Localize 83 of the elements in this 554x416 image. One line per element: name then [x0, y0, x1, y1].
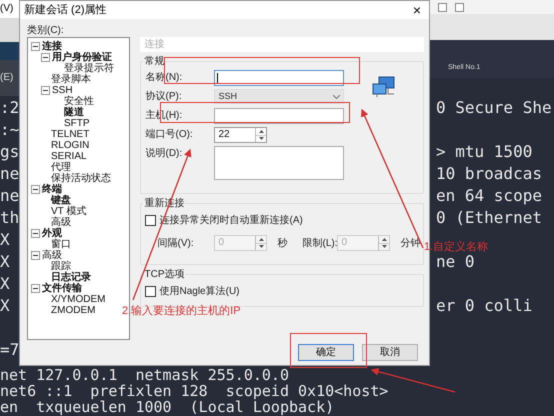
ok-button[interactable]: 确定	[298, 344, 354, 361]
toolbar-strip	[0, 18, 19, 42]
tree-item[interactable]: 登录脚本	[51, 74, 91, 85]
field-label: 协议(P):	[145, 90, 183, 104]
terminal-text: er 0 colli	[435, 295, 534, 317]
terminal-text: th	[0, 207, 20, 229]
terminal-text: :2	[0, 97, 20, 119]
terminal-text: ne	[0, 185, 20, 207]
tree-item[interactable]: 安全性	[64, 96, 94, 107]
collapse-icon[interactable]	[31, 229, 40, 238]
description-field[interactable]	[214, 146, 344, 180]
collapse-icon[interactable]	[31, 284, 40, 293]
protocol-dropdown[interactable]: SSH	[214, 89, 344, 104]
terminal-text: en 64 scope	[435, 185, 543, 207]
terminal-text: =7	[0, 339, 20, 361]
tree-item[interactable]: TELNET	[51, 129, 90, 140]
terminal-text: :~	[0, 119, 20, 141]
category-label: 类别(C):	[27, 24, 64, 37]
page-title: 连接	[140, 37, 424, 52]
tree-item[interactable]: VT 模式	[51, 206, 86, 217]
terminal-text: X	[0, 295, 10, 317]
terminal-text: > mtu 1500	[435, 141, 534, 163]
tree-item[interactable]: 日志记录	[51, 272, 91, 283]
tree-item[interactable]: SERIAL	[51, 151, 87, 162]
spin-up-icon[interactable]	[256, 236, 266, 242]
tree-item[interactable]: 文件传输	[42, 283, 82, 294]
terminal-text: 0 Secure She	[435, 97, 553, 119]
name-field[interactable]	[214, 70, 344, 86]
spin-box[interactable]: 22	[214, 127, 268, 143]
tree-item[interactable]: 高级	[51, 217, 71, 228]
tree-item[interactable]: 隧道	[64, 107, 84, 118]
terminal-text: X	[0, 251, 10, 273]
terminal-text: ne	[0, 163, 20, 185]
tree-item[interactable]: ZMODEM	[51, 305, 96, 316]
collapse-icon[interactable]	[41, 53, 50, 62]
spin-up-icon[interactable]	[379, 236, 390, 242]
menu-item[interactable]: (V)	[0, 0, 19, 18]
terminal-text: X	[0, 273, 10, 295]
checkbox[interactable]	[145, 215, 156, 226]
terminal-text: ne 0	[435, 252, 476, 273]
spin-up-icon[interactable]	[256, 128, 266, 134]
terminal-text: gs	[0, 141, 20, 163]
tree-item[interactable]: 保持活动状态	[51, 173, 111, 184]
terminal-text: 0 (Ethernet	[435, 207, 543, 229]
tree-item[interactable]: 高级	[42, 250, 62, 261]
host-field[interactable]	[214, 108, 344, 124]
tree-item[interactable]: 外观	[42, 228, 62, 239]
tree-item[interactable]: 登录提示符	[64, 63, 114, 74]
tree-item[interactable]: 终端	[42, 184, 62, 195]
tree-item[interactable]: 用户身份验证	[52, 52, 112, 63]
tree-item[interactable]: 窗口	[51, 239, 71, 250]
tree-item[interactable]: SFTP	[64, 118, 90, 129]
field-label: 间隔(V):	[157, 236, 195, 250]
tree-item[interactable]: 键盘	[51, 195, 71, 206]
terminal-text: 10 broadcas	[435, 163, 543, 185]
collapse-icon[interactable]	[31, 251, 40, 260]
tree-item[interactable]: 连接	[42, 41, 62, 52]
tree-item[interactable]: SSH	[52, 85, 73, 96]
network-icon	[371, 76, 397, 98]
tab-strip	[0, 42, 19, 60]
terminal-text: net6 ::1 prefixlen 128 scopeid 0x10<host>	[0, 383, 388, 399]
terminal-text: net 127.0.0.1 netmask 255.0.0.0	[0, 367, 289, 383]
collapse-icon[interactable]	[41, 86, 50, 95]
terminal-text: X	[0, 229, 10, 251]
collapse-icon[interactable]	[31, 185, 40, 194]
field-label: 端口号(O):	[145, 128, 194, 142]
unit-label: 秒	[277, 236, 288, 250]
tree-item[interactable]: 代理	[51, 162, 71, 173]
close-button[interactable]: ×	[408, 3, 425, 17]
tree-item[interactable]: 跟踪	[51, 261, 71, 272]
field-label: 限制(L):	[302, 236, 338, 250]
menu-item[interactable]: (E)	[0, 60, 19, 96]
field-label: 说明(D):	[145, 147, 184, 161]
chevron-icon	[333, 94, 340, 98]
window-title: 新建会话 (2)属性	[24, 2, 106, 18]
tree-item[interactable]: X/YMODEM	[51, 294, 106, 305]
tree-item[interactable]: RLOGIN	[51, 140, 90, 151]
checkbox[interactable]	[145, 286, 156, 297]
unit-label: 分钟	[400, 236, 420, 250]
terminal-text: en txqueuelen 1000 (Local Loopback)	[0, 399, 334, 415]
collapse-icon[interactable]	[31, 42, 40, 51]
checkbox-label: 使用Nagle算法(U)	[159, 284, 240, 299]
cancel-button[interactable]: 取消	[362, 344, 418, 361]
